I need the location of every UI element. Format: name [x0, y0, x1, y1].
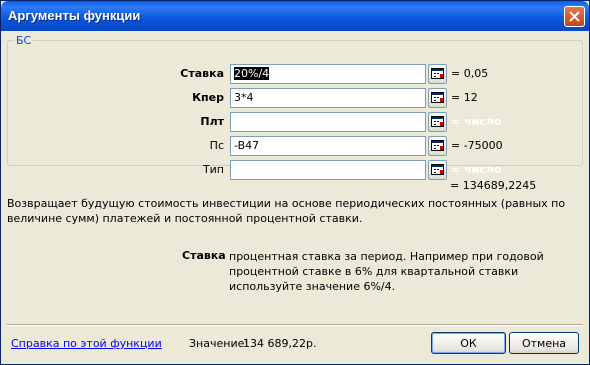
close-button[interactable]	[564, 6, 585, 27]
arg-row-type: Тип = число	[8, 160, 584, 180]
type-ref-button[interactable]	[428, 160, 447, 180]
collapse-dialog-icon	[431, 116, 444, 127]
dialog-body: БС Ставка 20%/4 = 0,05 Кпер 3*4 = 12 Плт…	[4, 31, 586, 362]
rate-ref-button[interactable]	[428, 64, 447, 84]
formula-result: = 134689,2245	[450, 179, 537, 192]
formula-value: 134 689,22р.	[243, 337, 317, 350]
rate-input[interactable]: 20%/4	[230, 64, 426, 84]
arg-label-rate: Ставка	[180, 67, 224, 80]
arg-label-type: Тип	[202, 163, 224, 176]
arg-label-pmt: Плт	[200, 115, 224, 128]
collapse-dialog-icon	[431, 140, 444, 151]
type-result: = число	[451, 163, 502, 176]
window-title: Аргументы функции	[8, 8, 141, 23]
ok-button[interactable]: ОК	[431, 332, 506, 354]
arg-label-pv: Пс	[209, 139, 224, 152]
arg-row-rate: Ставка 20%/4 = 0,05	[8, 64, 584, 84]
close-icon	[569, 11, 580, 22]
rate-result: = 0,05	[451, 67, 489, 80]
cancel-button[interactable]: Отмена	[509, 332, 579, 354]
footer-divider	[7, 324, 583, 326]
help-link[interactable]: Справка по этой функции	[11, 337, 162, 350]
pv-ref-button[interactable]	[428, 136, 447, 156]
rate-input-value: 20%/4	[234, 67, 270, 80]
pmt-input[interactable]	[230, 112, 426, 132]
collapse-dialog-icon	[431, 164, 444, 175]
nper-ref-button[interactable]	[428, 88, 447, 108]
pmt-result: = число	[451, 115, 502, 128]
arg-help-text: процентная ставка за период. Например пр…	[229, 250, 544, 293]
pmt-ref-button[interactable]	[428, 112, 447, 132]
function-arguments-dialog: Аргументы функции БС Ставка 20%/4 = 0,05…	[0, 0, 590, 365]
collapse-dialog-icon	[431, 92, 444, 103]
function-description: Возвращает будущую стоимость инвестиции …	[7, 197, 566, 225]
nper-input[interactable]: 3*4	[230, 88, 426, 108]
arg-label-nper: Кпер	[192, 91, 224, 104]
arg-row-nper: Кпер 3*4 = 12	[8, 88, 584, 108]
arg-help-name: Ставка	[182, 249, 226, 262]
pv-result: = -75000	[451, 139, 503, 152]
nper-result: = 12	[451, 91, 478, 104]
arguments-group: БС Ставка 20%/4 = 0,05 Кпер 3*4 = 12 Плт…	[7, 34, 584, 180]
function-name: БС	[16, 34, 32, 47]
collapse-dialog-icon	[431, 68, 444, 79]
value-label: Значение:	[189, 337, 249, 350]
title-bar[interactable]: Аргументы функции	[1, 1, 589, 31]
arg-row-pmt: Плт = число	[8, 112, 584, 132]
arg-row-pv: Пс -B47 = -75000	[8, 136, 584, 156]
type-input[interactable]	[230, 160, 426, 180]
pv-input[interactable]: -B47	[230, 136, 426, 156]
